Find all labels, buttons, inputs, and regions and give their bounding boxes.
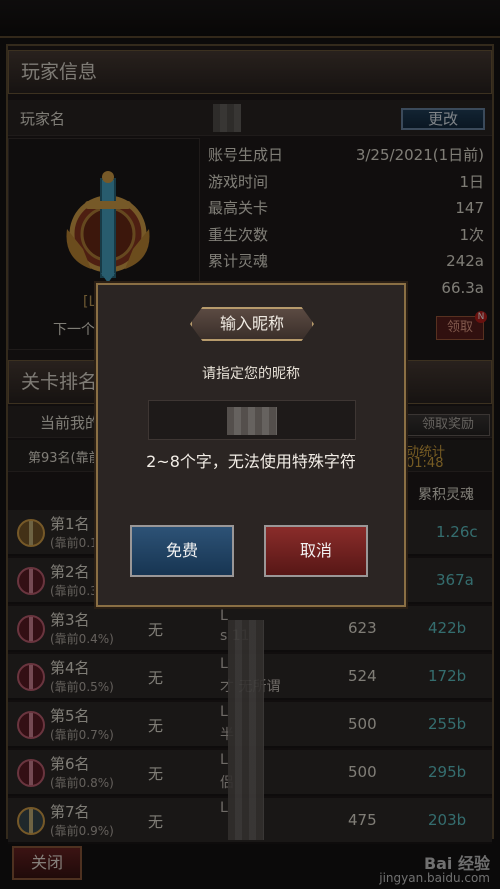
dialog-title: 输入昵称 [190,307,314,341]
blurred-nickname [227,407,277,435]
free-label: 免费 [165,541,198,560]
cancel-label: 取消 [299,541,332,560]
nickname-dialog: 输入昵称 请指定您的昵称 2~8个字，无法使用特殊字符 免费 取消 [96,283,406,607]
free-button[interactable]: 免费 [130,525,234,577]
nickname-input[interactable] [148,400,356,440]
cancel-button[interactable]: 取消 [264,525,368,577]
dialog-rule: 2~8个字，无法使用特殊字符 [146,452,356,471]
dialog-hint: 请指定您的昵称 [202,366,300,382]
dialog-title-label: 输入昵称 [219,314,284,333]
